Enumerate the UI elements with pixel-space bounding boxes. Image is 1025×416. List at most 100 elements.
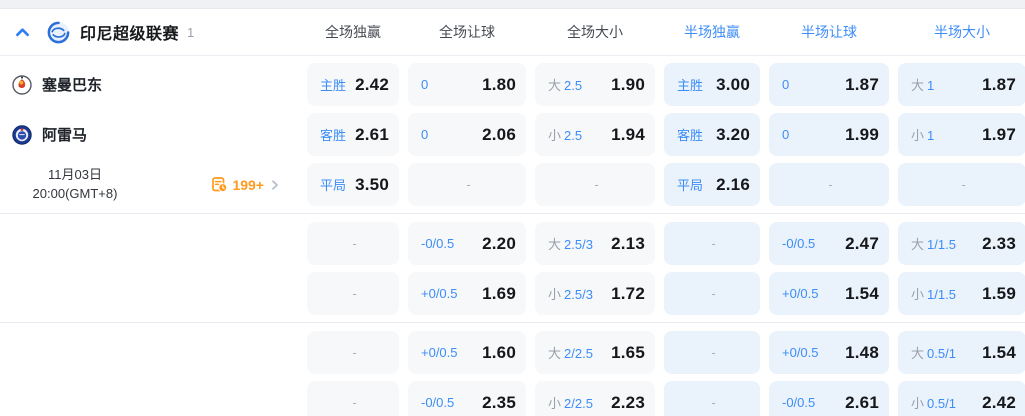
odds-value: 2.35 [482, 392, 516, 412]
odds-selection-label: +0/0.5 [421, 286, 458, 301]
odds-cell[interactable]: -0/0.5 2.35 [408, 381, 526, 416]
odds-cell[interactable]: 0 2.06 [408, 113, 526, 156]
column-header-half-handicap: 半场让球 [801, 24, 857, 40]
odds-row: 阿雷马 客胜 2.61 0 2.06 小 2.5 1.94 客胜 3.20 0 1.99 小 1 1.97 [0, 113, 1025, 156]
odds-value: 2.20 [482, 233, 516, 253]
odds-selection-label: 小1 [911, 125, 934, 144]
odds-cell-empty: - [664, 272, 760, 315]
no-odds-dash: - [711, 286, 716, 301]
odds-cell[interactable]: +0/0.5 1.48 [769, 331, 889, 374]
home-team[interactable]: 塞曼巴东 [0, 63, 298, 106]
odds-cell-empty: - [307, 331, 399, 374]
odds-selection-label: +0/0.5 [421, 345, 458, 360]
odds-line-label: 1 [927, 128, 935, 143]
odds-line-label: +0/0.5 [782, 345, 819, 360]
odds-selection-label: 小 2/2.5 [548, 393, 593, 412]
odds-selection-label: 大1 [911, 75, 934, 94]
overunder-prefix: 大 [548, 237, 562, 252]
odds-line-label: 0.5/1 [927, 346, 956, 361]
odds-cell[interactable]: 小 2.5 1.94 [535, 113, 655, 156]
odds-line-label: 1 [927, 78, 935, 93]
odds-value: 1.87 [845, 74, 879, 94]
odds-line-label: 2.5 [564, 78, 583, 93]
odds-line-label: +0/0.5 [421, 286, 458, 301]
odds-cell-empty: - [664, 381, 760, 416]
odds-cell[interactable]: -0/0.5 2.20 [408, 222, 526, 265]
odds-line-label: 平局 [320, 178, 347, 193]
odds-value: 2.61 [845, 392, 879, 412]
empty-left-cell [0, 331, 298, 374]
away-team-logo-icon [12, 124, 32, 145]
more-markets-button[interactable]: 199+ [211, 176, 282, 193]
odds-row: - -0/0.5 2.20 大 2.5/3 2.13- -0/0.5 2.47 大 1/1.5 2.… [0, 222, 1025, 265]
odds-value: 1.80 [482, 74, 516, 94]
group-divider [0, 213, 1025, 214]
odds-value: 1.54 [845, 283, 879, 303]
chevron-up-icon[interactable] [11, 21, 33, 43]
odds-value: 1.87 [982, 74, 1016, 94]
odds-cell[interactable]: -0/0.5 2.47 [769, 222, 889, 265]
odds-cell[interactable]: 大 2.5 1.90 [535, 63, 655, 106]
away-team[interactable]: 阿雷马 [0, 113, 298, 156]
odds-value: 1.72 [611, 283, 645, 303]
overunder-prefix: 小 [548, 396, 562, 411]
odds-cell[interactable]: 大 0.5/1 1.54 [898, 331, 1025, 374]
odds-value: 2.61 [355, 124, 389, 144]
odds-line-label: 2.5/3 [564, 287, 593, 302]
column-header-half-overunder: 半场大小 [934, 24, 990, 40]
odds-cell[interactable]: 客胜 3.20 [664, 113, 760, 156]
odds-cell[interactable]: 0 1.87 [769, 63, 889, 106]
odds-cell[interactable]: +0/0.5 1.60 [408, 331, 526, 374]
odds-line-label: 0.5/1 [927, 396, 956, 411]
odds-cell[interactable]: 小 0.5/1 2.42 [898, 381, 1025, 416]
odds-selection-label: 0 [421, 127, 428, 142]
odds-cell[interactable]: 0 1.99 [769, 113, 889, 156]
odds-cell[interactable]: +0/0.5 1.54 [769, 272, 889, 315]
odds-line-label: 客胜 [677, 128, 704, 143]
odds-cell[interactable]: 主胜 2.42 [307, 63, 399, 106]
odds-cell[interactable]: -0/0.5 2.61 [769, 381, 889, 416]
odds-value: 3.20 [716, 124, 750, 144]
odds-selection-label: 小 1/1.5 [911, 284, 956, 303]
no-odds-dash: - [352, 345, 357, 360]
odds-line-label: 0 [782, 77, 790, 92]
odds-cell[interactable]: 小 1 1.97 [898, 113, 1025, 156]
odds-cell[interactable]: 客胜 2.61 [307, 113, 399, 156]
odds-value: 1.97 [982, 124, 1016, 144]
odds-cell[interactable]: 0 1.80 [408, 63, 526, 106]
odds-cell[interactable]: 大 1/1.5 2.33 [898, 222, 1025, 265]
no-odds-dash: - [352, 286, 357, 301]
odds-cell[interactable]: 平局 2.16 [664, 163, 760, 206]
odds-cell[interactable]: 小 2.5/3 1.72 [535, 272, 655, 315]
odds-selection-label: +0/0.5 [782, 286, 819, 301]
odds-cell[interactable]: 平局 3.50 [307, 163, 399, 206]
overunder-prefix: 大 [911, 78, 925, 93]
overunder-prefix: 大 [548, 346, 562, 361]
odds-value: 2.16 [716, 174, 750, 194]
odds-cell[interactable]: 大 2.5/3 2.13 [535, 222, 655, 265]
column-header-full-1x2: 全场独赢 [325, 24, 381, 40]
match-datetime: 11月03日 20:00(GMT+8) [14, 166, 136, 204]
odds-line-label: -0/0.5 [421, 395, 455, 410]
odds-cell[interactable]: 大 1 1.87 [898, 63, 1025, 106]
overunder-prefix: 小 [911, 287, 925, 302]
no-odds-dash: - [711, 395, 716, 410]
odds-cell[interactable]: 主胜 3.00 [664, 63, 760, 106]
odds-cell[interactable]: 小 1/1.5 1.59 [898, 272, 1025, 315]
match-meta[interactable]: 11月03日 20:00(GMT+8) 199+ [0, 163, 298, 206]
overunder-prefix: 大 [911, 237, 925, 252]
odds-cell[interactable]: +0/0.5 1.69 [408, 272, 526, 315]
odds-selection-label: 主胜 [320, 75, 346, 94]
odds-selection-label: 平局 [320, 175, 346, 194]
league-info: 印尼超级联赛 1 [0, 20, 298, 44]
no-odds-dash: - [711, 236, 716, 251]
odds-line-label: 0 [421, 77, 429, 92]
odds-cell[interactable]: 大 2/2.5 1.65 [535, 331, 655, 374]
odds-cell[interactable]: 小 2/2.5 2.23 [535, 381, 655, 416]
rows-container: 塞曼巴东 主胜 2.42 0 1.80 大 2.5 1.90 主胜 3.00 0 1.87 大 1 1.87… [0, 56, 1025, 416]
odds-selection-label: -0/0.5 [421, 236, 454, 251]
odds-selection-label: 小 2.5 [548, 125, 582, 144]
odds-cell-empty: - [664, 331, 760, 374]
no-odds-dash: - [961, 177, 966, 192]
odds-selection-label: 0 [782, 77, 789, 92]
